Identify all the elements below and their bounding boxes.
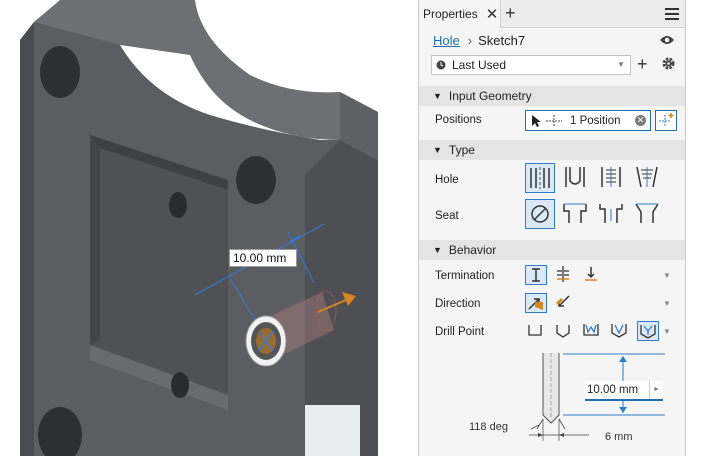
termination-label: Termination (435, 270, 495, 282)
tapped-hole-button[interactable] (597, 163, 627, 193)
countersink-icon (635, 203, 659, 223)
diameter-label: 6 mm (605, 431, 633, 443)
simple-hole-button[interactable] (525, 163, 555, 193)
positions-selector[interactable]: 1 Position ✕ (525, 110, 651, 131)
hole-label: Hole (435, 174, 459, 186)
add-tab-icon[interactable]: + (505, 4, 516, 22)
w-point-icon (583, 324, 599, 336)
section-title: Type (448, 143, 475, 157)
direction-default-icon (528, 298, 543, 310)
panel-tab-bar: Properties ✕ + (419, 0, 685, 28)
simple-hole-icon (530, 167, 550, 189)
drill-point-label: Drill Point (435, 326, 485, 338)
clearance-hole-icon (565, 167, 585, 187)
close-icon[interactable]: ✕ (486, 5, 499, 23)
preset-dropdown[interactable]: Last Used ▼ (431, 55, 631, 75)
distance-termination-button[interactable] (525, 265, 547, 285)
positions-label: Positions (435, 114, 482, 126)
angle-point-icon (556, 325, 570, 338)
flat-drill-point-button[interactable] (525, 321, 547, 341)
direction-label: Direction (435, 298, 481, 310)
seat-label: Seat (435, 210, 459, 222)
chevron-right-icon: › (467, 33, 473, 48)
part-model (20, 0, 378, 456)
dimension-input[interactable]: 10.00 mm (229, 249, 297, 267)
gear-icon[interactable] (662, 57, 675, 70)
tapped-hole-icon (601, 167, 621, 187)
depth-value: 10.00 mm (587, 384, 639, 396)
positions-value: 1 Position (570, 114, 621, 127)
collapse-icon: ▼ (433, 145, 442, 155)
breadcrumb: Hole › Sketch7 (433, 33, 525, 48)
section-title: Input Geometry (448, 89, 532, 103)
graphics-viewport[interactable]: 10.00 mm (0, 0, 418, 456)
taper-tapped-hole-icon (636, 166, 658, 188)
to-face-button[interactable] (581, 265, 603, 285)
w-drill-point-button[interactable] (581, 321, 603, 341)
angle-label: 118 deg (469, 421, 508, 433)
properties-panel: Properties ✕ + Hole › Sketch7 Last Used … (418, 0, 686, 456)
tab-properties[interactable]: Properties ✕ (419, 0, 501, 28)
add-position-button[interactable] (655, 110, 677, 131)
spotface-button[interactable] (597, 199, 627, 229)
preset-value: Last Used (452, 58, 507, 72)
y-point-icon (640, 325, 656, 339)
section-behavior[interactable]: ▼ Behavior (419, 240, 685, 260)
countersink-button[interactable] (633, 199, 663, 229)
v-point-icon (611, 324, 627, 338)
through-all-icon (557, 266, 569, 282)
chevron-down-icon[interactable]: ▼ (663, 299, 671, 308)
eye-icon[interactable] (659, 35, 675, 45)
spotface-icon (599, 204, 623, 223)
taper-tapped-hole-button[interactable] (633, 163, 663, 193)
section-title: Behavior (448, 243, 497, 257)
section-type[interactable]: ▼ Type (419, 140, 685, 160)
breadcrumb-link[interactable]: Hole (433, 33, 460, 48)
clear-icon[interactable]: ✕ (635, 115, 646, 126)
flat-point-icon (528, 325, 542, 336)
angle-drill-point-button[interactable] (553, 321, 575, 341)
chevron-right-icon[interactable]: ► (649, 381, 663, 399)
no-seat-button[interactable] (525, 199, 555, 229)
add-preset-icon[interactable]: + (637, 54, 648, 75)
flip-direction-button[interactable] (553, 293, 575, 313)
through-all-button[interactable] (553, 265, 575, 285)
depth-input[interactable]: 10.00 mm ► (585, 381, 663, 401)
menu-icon[interactable] (665, 8, 679, 23)
tab-label: Properties (423, 7, 478, 21)
clock-icon (436, 60, 446, 70)
chevron-down-icon: ▼ (617, 60, 625, 69)
clearance-hole-button[interactable] (561, 163, 591, 193)
default-direction-button[interactable] (525, 293, 547, 313)
direction-flip-icon (556, 295, 570, 307)
v-drill-point-button[interactable] (609, 321, 631, 341)
sketch-point-icon (659, 113, 674, 127)
collapse-icon: ▼ (433, 245, 442, 255)
breadcrumb-current: Sketch7 (478, 33, 526, 48)
section-input-geometry[interactable]: ▼ Input Geometry (419, 86, 685, 106)
chevron-down-icon[interactable]: ▼ (663, 271, 671, 280)
counterbore-icon (563, 203, 587, 223)
y-drill-point-button[interactable] (637, 321, 659, 341)
cursor-point-icon (532, 114, 562, 127)
distance-icon (532, 268, 540, 282)
collapse-icon: ▼ (433, 91, 442, 101)
counterbore-button[interactable] (561, 199, 591, 229)
chevron-down-icon[interactable]: ▼ (663, 327, 671, 336)
window-edge (686, 0, 728, 456)
none-icon (531, 205, 549, 223)
to-face-icon (585, 267, 597, 281)
